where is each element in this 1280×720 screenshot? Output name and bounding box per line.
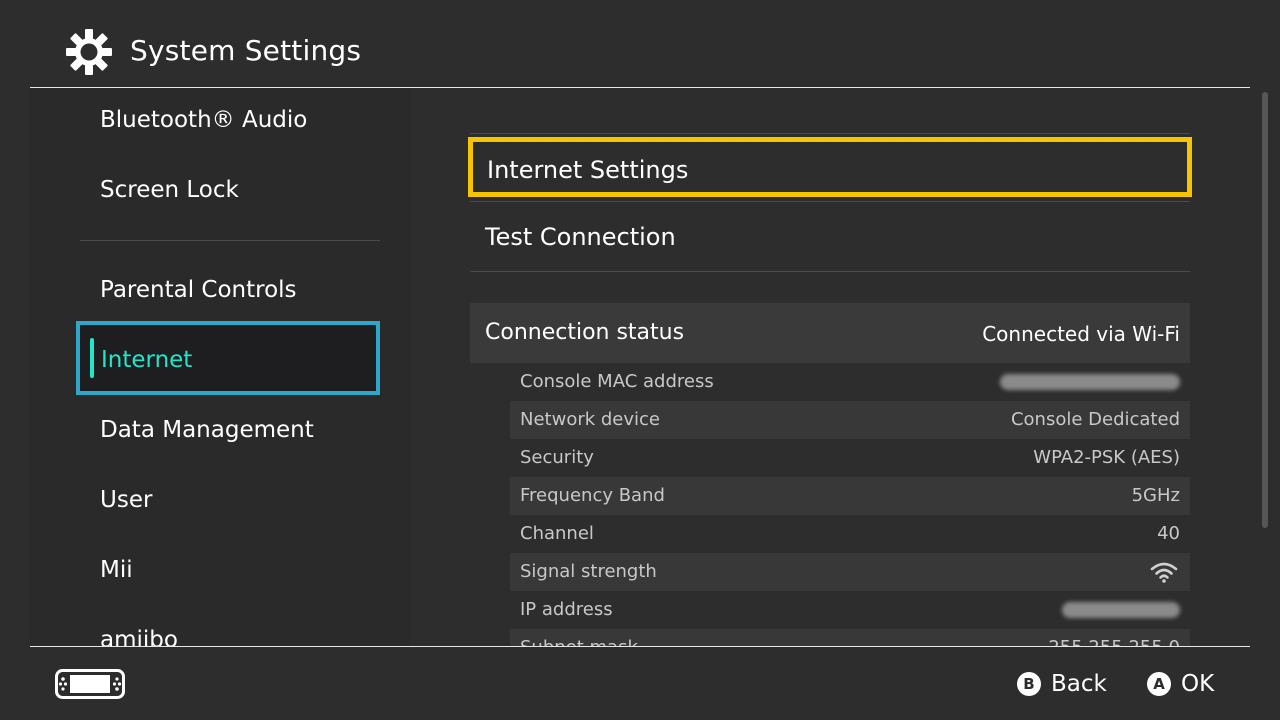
detail-row-ip-address: IP address <box>510 591 1190 629</box>
b-button-icon: B <box>1017 672 1041 696</box>
detail-value: Console Dedicated <box>1010 409 1180 430</box>
wifi-signal-icon <box>1150 562 1178 583</box>
detail-key: Subnet mask <box>520 635 638 646</box>
detail-row-network-device: Network device Console Dedicated <box>510 401 1190 439</box>
sidebar-item-mii[interactable]: Mii <box>100 555 133 585</box>
row-divider <box>470 133 1190 134</box>
ok-label: OK <box>1181 671 1215 697</box>
header: System Settings <box>0 0 1280 88</box>
selection-indicator <box>90 338 94 378</box>
detail-value: WPA2-PSK (AES) <box>1033 447 1180 468</box>
row-divider <box>470 271 1190 272</box>
sidebar-item-data-management[interactable]: Data Management <box>100 415 314 445</box>
internet-settings-label: Internet Settings <box>487 156 689 184</box>
sidebar-item-label: Internet <box>101 347 193 373</box>
sidebar-item-bluetooth-audio[interactable]: Bluetooth® Audio <box>100 105 307 135</box>
detail-key: IP address <box>520 599 613 620</box>
connection-status-row: Connection status Connected via Wi-Fi <box>470 303 1190 363</box>
redacted-value <box>1062 602 1180 618</box>
detail-key: Console MAC address <box>520 371 714 392</box>
back-label: Back <box>1051 671 1107 697</box>
main-panel: Internet Settings Test Connection Connec… <box>410 88 1250 646</box>
page-title: System Settings <box>130 34 362 67</box>
gear-icon <box>66 29 112 75</box>
detail-key: Network device <box>520 409 661 430</box>
detail-value: 40 <box>1157 523 1180 544</box>
internet-settings-button[interactable]: Internet Settings <box>468 137 1192 197</box>
detail-key: Channel <box>520 523 594 544</box>
detail-row-mac-address: Console MAC address <box>510 363 1190 401</box>
sidebar-item-screen-lock[interactable]: Screen Lock <box>100 175 239 205</box>
connection-status-label: Connection status <box>485 320 685 345</box>
sidebar-item-parental-controls[interactable]: Parental Controls <box>100 275 297 305</box>
a-button-icon: A <box>1147 672 1171 696</box>
row-divider <box>470 201 1190 202</box>
detail-key: Frequency Band <box>520 485 665 506</box>
footer: B Back A OK <box>0 647 1280 720</box>
detail-value: 255.255.255.0 <box>1048 635 1180 646</box>
console-icon <box>55 669 125 699</box>
detail-row-subnet-mask: Subnet mask 255.255.255.0 <box>510 629 1190 646</box>
sidebar-item-amiibo[interactable]: amiibo <box>100 625 178 646</box>
sidebar-item-user[interactable]: User <box>100 485 152 515</box>
sidebar: Bluetooth® Audio Screen Lock Parental Co… <box>30 88 410 646</box>
detail-row-channel: Channel 40 <box>510 515 1190 553</box>
connection-status-value: Connected via Wi-Fi <box>982 322 1180 346</box>
detail-row-security: Security WPA2-PSK (AES) <box>510 439 1190 477</box>
redacted-value <box>1000 374 1180 390</box>
detail-key: Signal strength <box>520 561 657 582</box>
test-connection-button[interactable]: Test Connection <box>485 222 676 252</box>
detail-row-signal-strength: Signal strength <box>510 553 1190 591</box>
sidebar-divider <box>80 240 380 241</box>
sidebar-item-internet[interactable]: Internet <box>76 321 380 395</box>
detail-value: 5GHz <box>1131 485 1180 506</box>
detail-row-frequency-band: Frequency Band 5GHz <box>510 477 1190 515</box>
detail-key: Security <box>520 447 594 468</box>
scrollbar[interactable] <box>1262 92 1268 528</box>
